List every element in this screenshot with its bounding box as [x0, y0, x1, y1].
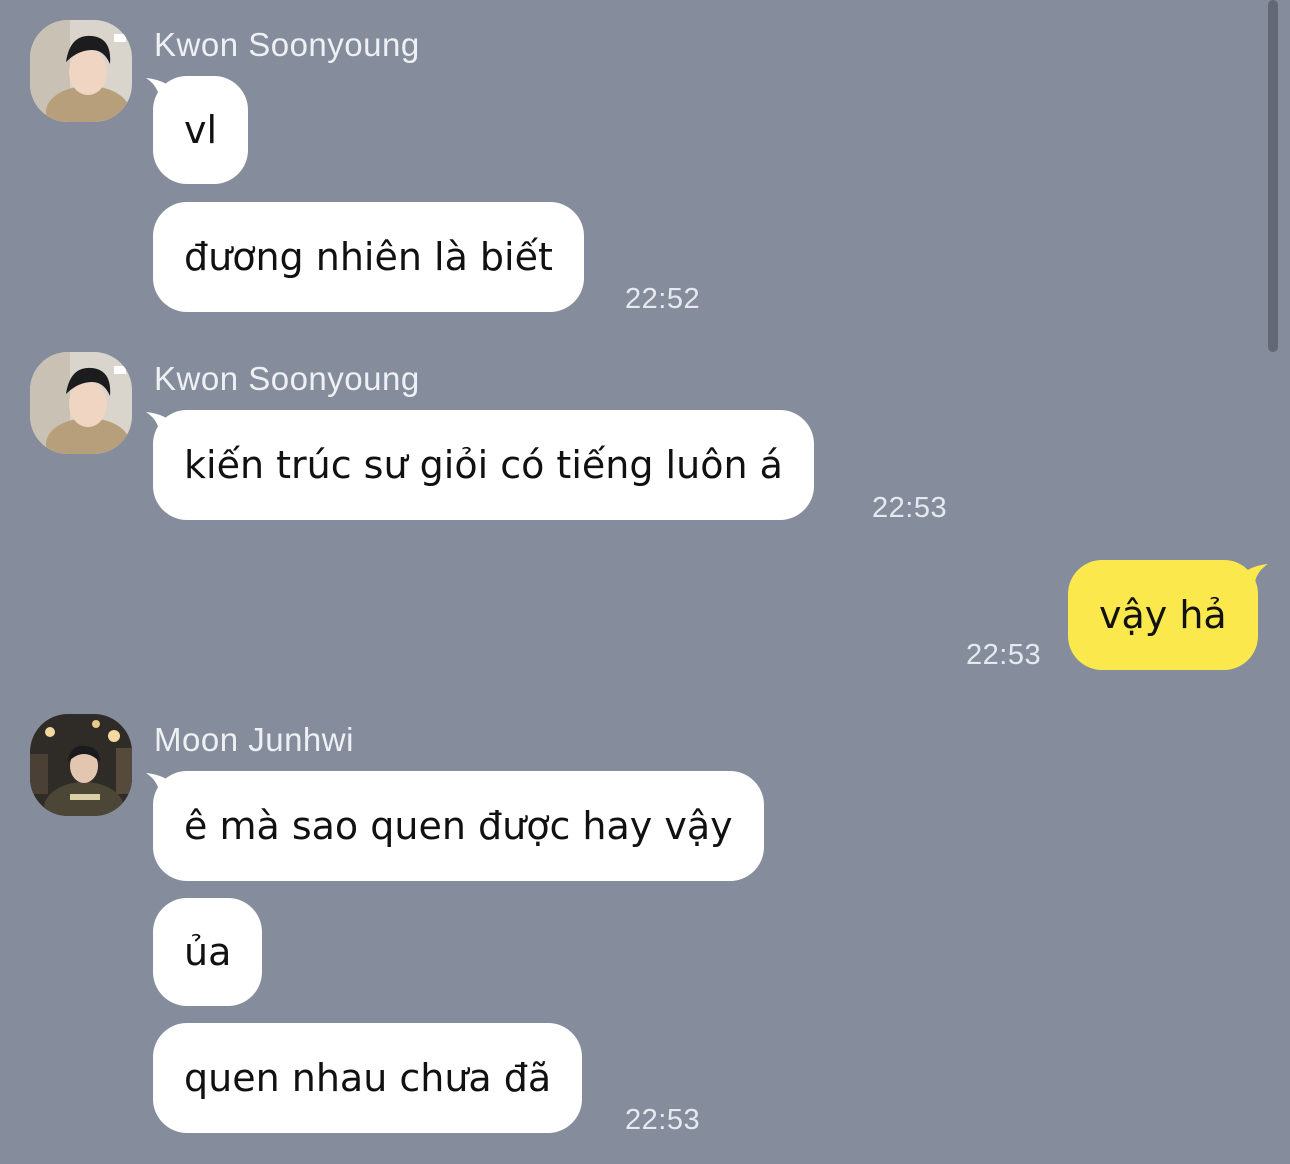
message-bubble[interactable]: đương nhiên là biết — [153, 202, 584, 312]
scrollbar[interactable] — [1268, 0, 1278, 352]
message-timestamp: 22:53 — [966, 639, 1042, 671]
message-timestamp: 22:52 — [625, 283, 701, 315]
avatar-kwon-soonyoung[interactable] — [30, 20, 132, 122]
user-avatar-icon — [30, 352, 132, 454]
chat-conversation: Kwon Soonyoung vl đương nhiên là biết 22… — [0, 0, 1290, 1164]
user-avatar-icon — [30, 714, 132, 816]
message-bubble[interactable]: quen nhau chưa đã — [153, 1023, 583, 1133]
message-timestamp: 22:53 — [872, 492, 948, 524]
avatar-moon-junhwi[interactable] — [30, 714, 132, 816]
message-bubble[interactable]: ủa — [153, 898, 263, 1006]
message-timestamp: 22:53 — [625, 1104, 701, 1136]
avatar-kwon-soonyoung[interactable] — [30, 352, 132, 454]
sender-name: Moon Junhwi — [154, 721, 354, 758]
message-bubble[interactable]: vl — [153, 76, 249, 184]
sender-name: Kwon Soonyoung — [154, 26, 420, 63]
message-bubble[interactable]: ê mà sao quen được hay vậy — [153, 771, 764, 881]
sender-name: Kwon Soonyoung — [154, 360, 420, 397]
user-avatar-icon — [30, 20, 132, 122]
message-bubble-outgoing[interactable]: vậy hả — [1068, 560, 1258, 670]
message-bubble[interactable]: kiến trúc sư giỏi có tiếng luôn á — [153, 410, 814, 520]
